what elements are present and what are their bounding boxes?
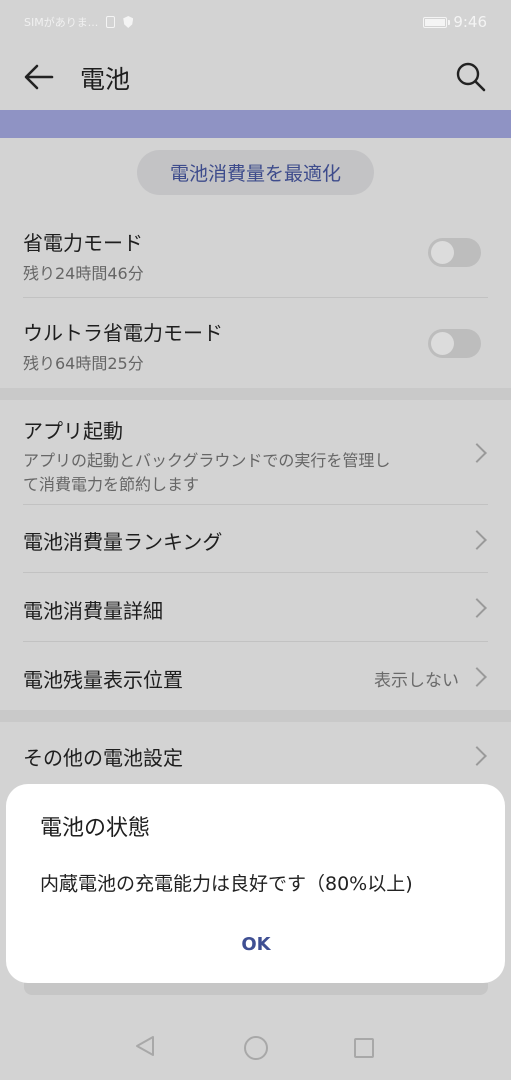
ultra-power-saving-remaining: 残り64時間25分 xyxy=(23,354,144,373)
battery-indicator-position-value: 表示しない xyxy=(374,671,459,691)
carrier-text: SIMがありま... xyxy=(24,16,99,29)
consumption-details-row[interactable]: 電池消費量詳細 xyxy=(0,573,511,641)
ultra-power-saving-row[interactable]: ウルトラ省電力モード 残り64時間25分 xyxy=(0,298,511,388)
ok-button[interactable]: OK xyxy=(206,926,306,962)
toggle-knob xyxy=(431,241,454,264)
status-right: 9:46 xyxy=(423,13,487,31)
chevron-right-icon xyxy=(467,443,487,463)
app-bar: 電池 xyxy=(0,44,511,110)
power-saving-label: 省電力モード xyxy=(23,231,143,255)
status-bar: SIMがありま... 9:46 xyxy=(0,0,511,44)
power-saving-row[interactable]: 省電力モード 残り24時間46分 xyxy=(0,215,511,297)
navigation-bar xyxy=(0,1010,511,1080)
shield-icon xyxy=(123,16,134,28)
status-time: 9:46 xyxy=(453,13,487,31)
power-saving-remaining: 残り24時間46分 xyxy=(23,264,144,283)
app-launch-desc-line1: アプリの起動とバックグラウンドでの実行を管理し xyxy=(23,451,391,470)
dialog-title: 電池の状態 xyxy=(40,816,151,841)
power-saving-toggle[interactable] xyxy=(428,238,481,267)
nav-recent-apps-icon[interactable] xyxy=(354,1038,374,1058)
optimize-battery-button[interactable]: 電池消費量を最適化 xyxy=(137,150,374,195)
battery-indicator-position-label: 電池残量表示位置 xyxy=(23,668,183,692)
toggle-knob xyxy=(431,332,454,355)
other-battery-settings-label: その他の電池設定 xyxy=(23,746,183,770)
ultra-power-saving-label: ウルトラ省電力モード xyxy=(23,321,223,345)
other-battery-settings-row[interactable]: その他の電池設定 xyxy=(0,722,511,784)
consumption-details-label: 電池消費量詳細 xyxy=(23,599,163,623)
battery-icon xyxy=(423,16,451,28)
chevron-right-icon xyxy=(467,667,487,687)
background-card-edge xyxy=(24,983,488,995)
page-title: 電池 xyxy=(80,65,131,94)
back-arrow-icon[interactable] xyxy=(22,62,56,92)
battery-level-band xyxy=(0,110,511,138)
sd-card-icon xyxy=(106,16,116,28)
chevron-right-icon xyxy=(467,746,487,766)
battery-status-dialog: 電池の状態 内蔵電池の充電能力は良好です（80%以上) OK xyxy=(6,784,505,983)
chevron-right-icon xyxy=(467,598,487,618)
app-launch-row[interactable]: アプリ起動 アプリの起動とバックグラウンドでの実行を管理し て消費電力を節約しま… xyxy=(0,400,511,504)
nav-back-icon[interactable] xyxy=(133,1034,157,1058)
consumption-ranking-row[interactable]: 電池消費量ランキング xyxy=(0,505,511,573)
app-launch-desc-line2: て消費電力を節約します xyxy=(23,475,200,494)
battery-indicator-position-row[interactable]: 電池残量表示位置 表示しない xyxy=(0,642,511,710)
section-gap xyxy=(0,388,511,400)
ultra-power-saving-toggle[interactable] xyxy=(428,329,481,358)
section-gap xyxy=(0,710,511,722)
chevron-right-icon xyxy=(467,530,487,550)
consumption-ranking-label: 電池消費量ランキング xyxy=(23,530,223,554)
status-left: SIMがありま... xyxy=(24,14,134,30)
nav-home-icon[interactable] xyxy=(244,1036,268,1060)
search-icon[interactable] xyxy=(454,60,488,94)
dialog-message: 内蔵電池の充電能力は良好です（80%以上) xyxy=(40,873,413,895)
app-launch-label: アプリ起動 xyxy=(23,419,123,443)
